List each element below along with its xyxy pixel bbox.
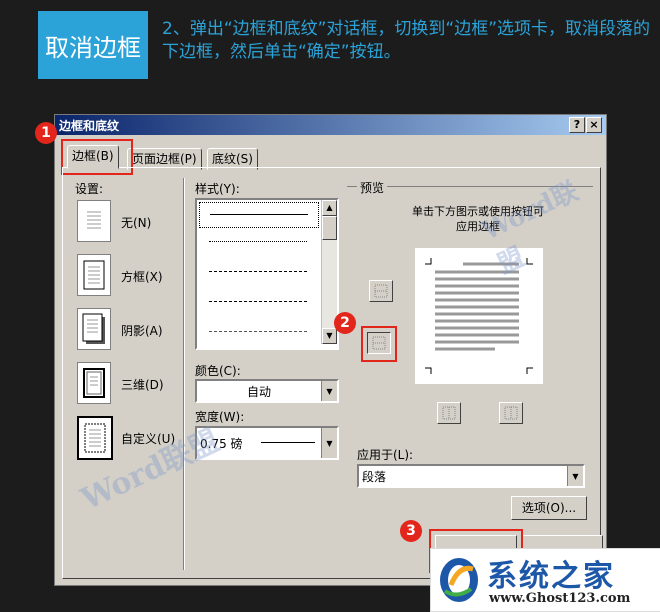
column-divider: [183, 178, 185, 570]
tab-shading-label: 底纹(S): [212, 152, 253, 166]
right-border-icon: [504, 406, 518, 420]
tab-page-border-label: 页面边框(P): [132, 152, 197, 166]
setting-shadow-label[interactable]: 阴影(A): [121, 322, 163, 339]
chevron-down-icon[interactable]: ▼: [321, 381, 337, 401]
setting-shadow-icon[interactable]: [77, 308, 111, 350]
style-dashdot-line: [209, 331, 307, 332]
apply-to-label: 应用于(L):: [357, 448, 414, 462]
step-badge: 取消边框: [38, 11, 148, 79]
top-border-icon: [374, 284, 388, 298]
bottom-border-button[interactable]: [367, 332, 391, 354]
right-border-button[interactable]: [499, 402, 523, 424]
setting-3d-icon[interactable]: [77, 362, 111, 404]
style-dashed-small-item[interactable]: [199, 260, 317, 284]
tab-borders[interactable]: 边框(B): [67, 145, 119, 169]
chevron-down-icon[interactable]: ▼: [321, 428, 337, 458]
callout-1: 1: [35, 122, 57, 144]
setting-none-label[interactable]: 无(N): [121, 214, 151, 231]
settings-label: 设置:: [75, 182, 104, 196]
left-border-icon: [442, 406, 456, 420]
site-logo: 系统之家 www.Ghost123.com: [430, 548, 660, 612]
style-label: 样式(Y):: [195, 182, 240, 196]
borders-shading-dialog: 边框和底纹 ? × 边框(B) 页面边框(P) 底纹(S) 设置: 无(N) 方…: [54, 114, 607, 586]
tab-borders-label: 边框(B): [72, 149, 114, 163]
options-button[interactable]: 选项(O)...: [511, 496, 587, 520]
scroll-up-icon[interactable]: ▲: [322, 200, 337, 216]
setting-box-label[interactable]: 方框(X): [121, 268, 163, 285]
color-label: 颜色(C):: [195, 364, 241, 378]
header-bar: 取消边框 2、弹出“边框和底纹”对话框，切换到“边框”选项卡，取消段落的下边框，…: [0, 0, 660, 92]
logo-title: 系统之家: [487, 559, 615, 594]
preview-label: 预览: [357, 179, 388, 196]
color-select[interactable]: 自动 ▼: [195, 379, 339, 403]
apply-to-select[interactable]: 段落 ▼: [357, 464, 585, 488]
style-solid-line: [210, 214, 308, 215]
width-sample-line: [261, 442, 315, 443]
dialog-titlebar: 边框和底纹 ? ×: [55, 115, 606, 135]
top-border-button[interactable]: [369, 280, 393, 302]
setting-none-icon[interactable]: [77, 200, 111, 242]
chevron-down-icon[interactable]: ▼: [567, 466, 583, 486]
style-listbox[interactable]: ▲ ▼: [195, 198, 339, 350]
help-button[interactable]: ?: [569, 117, 585, 133]
bottom-border-icon: [372, 336, 386, 350]
left-border-button[interactable]: [437, 402, 461, 424]
style-dashed-line: [209, 271, 307, 272]
instruction-text: 2、弹出“边框和底纹”对话框，切换到“边框”选项卡，取消段落的下边框，然后单击“…: [162, 19, 651, 62]
setting-custom-icon[interactable]: [77, 416, 113, 460]
callout-2: 2: [334, 312, 356, 334]
style-dashdot-item[interactable]: [199, 320, 317, 344]
color-value: 自动: [247, 385, 272, 399]
style-dotted-line: [209, 241, 307, 242]
scroll-thumb[interactable]: [322, 216, 337, 240]
style-longdash-line: [209, 301, 307, 302]
setting-3d-label[interactable]: 三维(D): [121, 376, 164, 393]
dialog-title: 边框和底纹: [59, 119, 120, 133]
callout-3: 3: [400, 520, 422, 542]
style-dotted-item[interactable]: [199, 230, 317, 254]
setting-box-icon[interactable]: [77, 254, 111, 296]
apply-to-value: 段落: [362, 470, 387, 484]
style-selected-item[interactable]: [199, 202, 319, 228]
close-button[interactable]: ×: [586, 117, 602, 133]
logo-emblem-icon: [440, 558, 478, 602]
logo-url: www.Ghost123.com: [489, 591, 631, 606]
scroll-down-icon[interactable]: ▼: [322, 328, 337, 344]
style-dashed-item[interactable]: [199, 290, 317, 314]
